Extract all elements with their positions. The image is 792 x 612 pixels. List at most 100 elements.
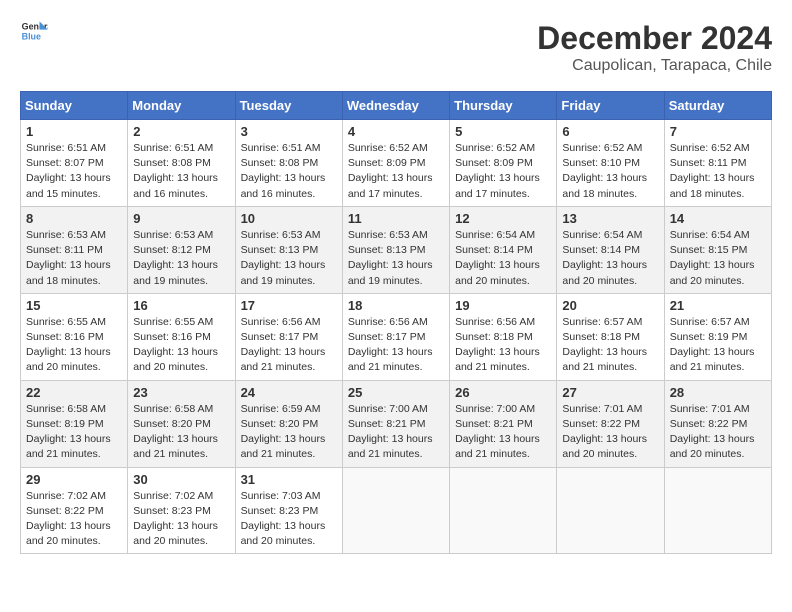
calendar-week-5: 29 Sunrise: 7:02 AM Sunset: 8:22 PM Dayl…: [21, 467, 772, 554]
day-info: Sunrise: 7:02 AM Sunset: 8:23 PM Dayligh…: [133, 489, 229, 550]
table-row: 21 Sunrise: 6:57 AM Sunset: 8:19 PM Dayl…: [664, 293, 771, 380]
day-number: 23: [133, 385, 229, 400]
header-wednesday: Wednesday: [342, 92, 449, 120]
header-thursday: Thursday: [450, 92, 557, 120]
day-number: 27: [562, 385, 658, 400]
table-row: 13 Sunrise: 6:54 AM Sunset: 8:14 PM Dayl…: [557, 206, 664, 293]
table-row: 12 Sunrise: 6:54 AM Sunset: 8:14 PM Dayl…: [450, 206, 557, 293]
day-info: Sunrise: 6:56 AM Sunset: 8:17 PM Dayligh…: [348, 315, 444, 376]
day-number: 22: [26, 385, 122, 400]
calendar-week-2: 8 Sunrise: 6:53 AM Sunset: 8:11 PM Dayli…: [21, 206, 772, 293]
calendar-header-row: Sunday Monday Tuesday Wednesday Thursday…: [21, 92, 772, 120]
table-row: [557, 467, 664, 554]
table-row: 28 Sunrise: 7:01 AM Sunset: 8:22 PM Dayl…: [664, 380, 771, 467]
day-info: Sunrise: 7:01 AM Sunset: 8:22 PM Dayligh…: [562, 402, 658, 463]
table-row: 11 Sunrise: 6:53 AM Sunset: 8:13 PM Dayl…: [342, 206, 449, 293]
day-number: 2: [133, 124, 229, 139]
table-row: 25 Sunrise: 7:00 AM Sunset: 8:21 PM Dayl…: [342, 380, 449, 467]
header-monday: Monday: [128, 92, 235, 120]
day-number: 4: [348, 124, 444, 139]
day-info: Sunrise: 6:57 AM Sunset: 8:19 PM Dayligh…: [670, 315, 766, 376]
table-row: 6 Sunrise: 6:52 AM Sunset: 8:10 PM Dayli…: [557, 120, 664, 207]
table-row: 2 Sunrise: 6:51 AM Sunset: 8:08 PM Dayli…: [128, 120, 235, 207]
day-info: Sunrise: 7:00 AM Sunset: 8:21 PM Dayligh…: [455, 402, 551, 463]
table-row: 29 Sunrise: 7:02 AM Sunset: 8:22 PM Dayl…: [21, 467, 128, 554]
table-row: 20 Sunrise: 6:57 AM Sunset: 8:18 PM Dayl…: [557, 293, 664, 380]
calendar-week-1: 1 Sunrise: 6:51 AM Sunset: 8:07 PM Dayli…: [21, 120, 772, 207]
day-number: 17: [241, 298, 337, 313]
day-info: Sunrise: 6:55 AM Sunset: 8:16 PM Dayligh…: [133, 315, 229, 376]
day-info: Sunrise: 7:00 AM Sunset: 8:21 PM Dayligh…: [348, 402, 444, 463]
day-number: 5: [455, 124, 551, 139]
day-info: Sunrise: 6:52 AM Sunset: 8:11 PM Dayligh…: [670, 141, 766, 202]
day-number: 31: [241, 472, 337, 487]
day-number: 30: [133, 472, 229, 487]
day-number: 24: [241, 385, 337, 400]
header-tuesday: Tuesday: [235, 92, 342, 120]
day-info: Sunrise: 6:52 AM Sunset: 8:09 PM Dayligh…: [348, 141, 444, 202]
page-header: General Blue December 2024 Caupolican, T…: [20, 20, 772, 75]
day-number: 26: [455, 385, 551, 400]
day-info: Sunrise: 6:51 AM Sunset: 8:08 PM Dayligh…: [133, 141, 229, 202]
calendar-week-4: 22 Sunrise: 6:58 AM Sunset: 8:19 PM Dayl…: [21, 380, 772, 467]
day-info: Sunrise: 6:57 AM Sunset: 8:18 PM Dayligh…: [562, 315, 658, 376]
day-number: 11: [348, 211, 444, 226]
table-row: 16 Sunrise: 6:55 AM Sunset: 8:16 PM Dayl…: [128, 293, 235, 380]
calendar-table: Sunday Monday Tuesday Wednesday Thursday…: [20, 91, 772, 554]
table-row: 1 Sunrise: 6:51 AM Sunset: 8:07 PM Dayli…: [21, 120, 128, 207]
table-row: 26 Sunrise: 7:00 AM Sunset: 8:21 PM Dayl…: [450, 380, 557, 467]
day-info: Sunrise: 6:53 AM Sunset: 8:12 PM Dayligh…: [133, 228, 229, 289]
day-number: 21: [670, 298, 766, 313]
header-friday: Friday: [557, 92, 664, 120]
day-info: Sunrise: 6:53 AM Sunset: 8:13 PM Dayligh…: [241, 228, 337, 289]
table-row: 24 Sunrise: 6:59 AM Sunset: 8:20 PM Dayl…: [235, 380, 342, 467]
day-number: 9: [133, 211, 229, 226]
day-info: Sunrise: 6:58 AM Sunset: 8:19 PM Dayligh…: [26, 402, 122, 463]
day-info: Sunrise: 6:54 AM Sunset: 8:14 PM Dayligh…: [562, 228, 658, 289]
day-info: Sunrise: 6:54 AM Sunset: 8:15 PM Dayligh…: [670, 228, 766, 289]
header-sunday: Sunday: [21, 92, 128, 120]
day-number: 6: [562, 124, 658, 139]
title-section: December 2024 Caupolican, Tarapaca, Chil…: [537, 20, 772, 75]
logo: General Blue: [20, 20, 48, 42]
day-number: 25: [348, 385, 444, 400]
day-number: 7: [670, 124, 766, 139]
day-info: Sunrise: 6:58 AM Sunset: 8:20 PM Dayligh…: [133, 402, 229, 463]
day-info: Sunrise: 6:56 AM Sunset: 8:18 PM Dayligh…: [455, 315, 551, 376]
day-number: 12: [455, 211, 551, 226]
table-row: 15 Sunrise: 6:55 AM Sunset: 8:16 PM Dayl…: [21, 293, 128, 380]
table-row: 8 Sunrise: 6:53 AM Sunset: 8:11 PM Dayli…: [21, 206, 128, 293]
header-saturday: Saturday: [664, 92, 771, 120]
day-info: Sunrise: 6:51 AM Sunset: 8:08 PM Dayligh…: [241, 141, 337, 202]
day-info: Sunrise: 6:53 AM Sunset: 8:13 PM Dayligh…: [348, 228, 444, 289]
day-info: Sunrise: 7:03 AM Sunset: 8:23 PM Dayligh…: [241, 489, 337, 550]
page-title: December 2024: [537, 20, 772, 57]
table-row: 4 Sunrise: 6:52 AM Sunset: 8:09 PM Dayli…: [342, 120, 449, 207]
day-number: 13: [562, 211, 658, 226]
day-number: 8: [26, 211, 122, 226]
day-info: Sunrise: 6:52 AM Sunset: 8:09 PM Dayligh…: [455, 141, 551, 202]
table-row: 17 Sunrise: 6:56 AM Sunset: 8:17 PM Dayl…: [235, 293, 342, 380]
day-number: 15: [26, 298, 122, 313]
day-number: 10: [241, 211, 337, 226]
page-subtitle: Caupolican, Tarapaca, Chile: [537, 57, 772, 75]
day-number: 28: [670, 385, 766, 400]
day-info: Sunrise: 7:01 AM Sunset: 8:22 PM Dayligh…: [670, 402, 766, 463]
day-info: Sunrise: 6:54 AM Sunset: 8:14 PM Dayligh…: [455, 228, 551, 289]
day-number: 19: [455, 298, 551, 313]
table-row: 9 Sunrise: 6:53 AM Sunset: 8:12 PM Dayli…: [128, 206, 235, 293]
table-row: 7 Sunrise: 6:52 AM Sunset: 8:11 PM Dayli…: [664, 120, 771, 207]
table-row: [664, 467, 771, 554]
table-row: 23 Sunrise: 6:58 AM Sunset: 8:20 PM Dayl…: [128, 380, 235, 467]
table-row: 10 Sunrise: 6:53 AM Sunset: 8:13 PM Dayl…: [235, 206, 342, 293]
table-row: 5 Sunrise: 6:52 AM Sunset: 8:09 PM Dayli…: [450, 120, 557, 207]
day-info: Sunrise: 6:59 AM Sunset: 8:20 PM Dayligh…: [241, 402, 337, 463]
table-row: [342, 467, 449, 554]
table-row: 14 Sunrise: 6:54 AM Sunset: 8:15 PM Dayl…: [664, 206, 771, 293]
day-number: 18: [348, 298, 444, 313]
day-number: 16: [133, 298, 229, 313]
day-number: 29: [26, 472, 122, 487]
calendar-week-3: 15 Sunrise: 6:55 AM Sunset: 8:16 PM Dayl…: [21, 293, 772, 380]
day-info: Sunrise: 6:53 AM Sunset: 8:11 PM Dayligh…: [26, 228, 122, 289]
table-row: 27 Sunrise: 7:01 AM Sunset: 8:22 PM Dayl…: [557, 380, 664, 467]
